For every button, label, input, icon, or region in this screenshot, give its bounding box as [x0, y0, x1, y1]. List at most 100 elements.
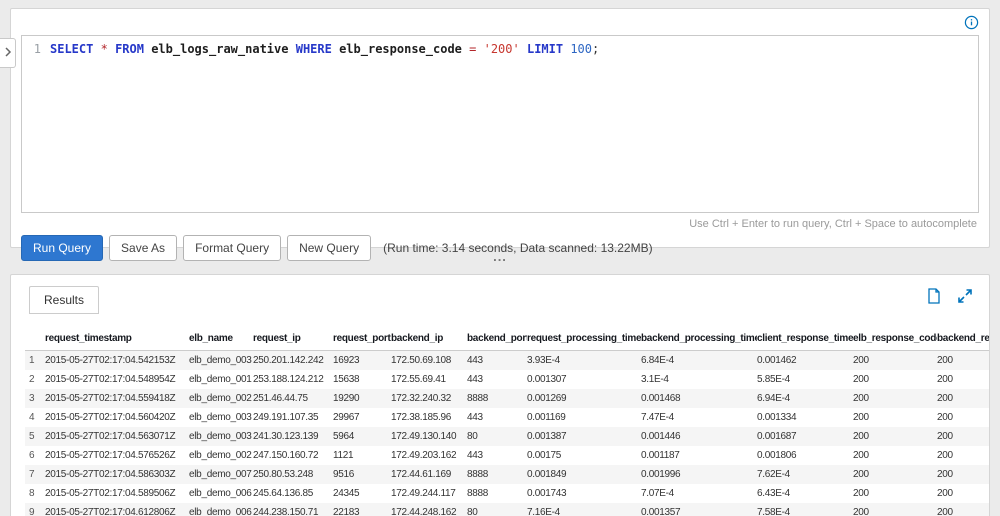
table-row: 82015-05-27T02:17:04.589506Zelb_demo_006…	[25, 484, 989, 503]
row-number: 3	[25, 389, 45, 408]
line-number: 1	[22, 41, 50, 57]
table-cell: 200	[937, 465, 989, 484]
sql-token-id: elb_response_code	[339, 42, 462, 56]
table-cell: 7.47E-4	[641, 408, 757, 427]
table-cell: elb_demo_003	[189, 351, 253, 371]
table-cell: 6.94E-4	[757, 389, 853, 408]
sidebar-collapse-handle[interactable]	[0, 38, 16, 68]
table-cell: elb_demo_001	[189, 370, 253, 389]
table-cell: 172.50.69.108	[391, 351, 467, 371]
table-cell: 200	[937, 370, 989, 389]
table-cell: 172.38.185.96	[391, 408, 467, 427]
table-cell: 200	[853, 427, 937, 446]
table-cell: 80	[467, 503, 527, 516]
row-number: 4	[25, 408, 45, 427]
table-cell: 244.238.150.71	[253, 503, 333, 516]
column-header: client_response_time	[757, 329, 853, 351]
table-cell: 6.43E-4	[757, 484, 853, 503]
sql-token-plain	[108, 42, 115, 56]
table-cell: 172.49.244.117	[391, 484, 467, 503]
export-file-icon[interactable]	[926, 288, 942, 304]
table-row: 12015-05-27T02:17:04.542153Zelb_demo_003…	[25, 351, 989, 371]
table-cell: 6.84E-4	[641, 351, 757, 371]
table-cell: 172.49.203.162	[391, 446, 467, 465]
sql-token-plain	[332, 42, 339, 56]
table-cell: 443	[467, 408, 527, 427]
table-cell: 3.93E-4	[527, 351, 641, 371]
table-cell: elb_demo_006	[189, 484, 253, 503]
table-row: 52015-05-27T02:17:04.563071Zelb_demo_003…	[25, 427, 989, 446]
table-cell: 200	[937, 446, 989, 465]
table-cell: 8888	[467, 484, 527, 503]
table-cell: 0.001806	[757, 446, 853, 465]
column-header: backend_processing_time	[641, 329, 757, 351]
table-cell: 7.16E-4	[527, 503, 641, 516]
table-cell: 250.80.53.248	[253, 465, 333, 484]
tab-results[interactable]: Results	[29, 286, 99, 314]
row-number: 6	[25, 446, 45, 465]
table-cell: 7.58E-4	[757, 503, 853, 516]
results-table-container: request_timestampelb_namerequest_ipreque…	[11, 329, 989, 516]
info-icon[interactable]	[964, 15, 979, 35]
results-tab-bar: Results	[11, 275, 989, 317]
table-cell: 172.44.248.162	[391, 503, 467, 516]
panel-splitter-handle[interactable]: ...	[0, 250, 1000, 272]
table-cell: 200	[937, 351, 989, 371]
table-cell: elb_demo_006	[189, 503, 253, 516]
table-cell: 200	[937, 408, 989, 427]
table-cell: 9516	[333, 465, 391, 484]
table-row: 72015-05-27T02:17:04.586303Zelb_demo_007…	[25, 465, 989, 484]
table-cell: 253.188.124.212	[253, 370, 333, 389]
table-cell: 0.001996	[641, 465, 757, 484]
table-cell: 200	[937, 503, 989, 516]
table-cell: 1121	[333, 446, 391, 465]
table-cell: 200	[853, 503, 937, 516]
sql-code-line: 1 SELECT * FROM elb_logs_raw_native WHER…	[22, 41, 978, 57]
table-cell: 200	[853, 389, 937, 408]
table-cell: 19290	[333, 389, 391, 408]
results-panel: Results request_timestampelb_namerequest…	[10, 274, 990, 516]
table-header-row: request_timestampelb_namerequest_ipreque…	[25, 329, 989, 351]
table-cell: 0.001334	[757, 408, 853, 427]
table-row: 42015-05-27T02:17:04.560420Zelb_demo_003…	[25, 408, 989, 427]
table-cell: 0.001468	[641, 389, 757, 408]
column-header: elb_response_code	[853, 329, 937, 351]
table-cell: 0.001307	[527, 370, 641, 389]
row-number-header	[25, 329, 45, 351]
table-cell: 5964	[333, 427, 391, 446]
table-cell: 24345	[333, 484, 391, 503]
row-number: 1	[25, 351, 45, 371]
table-cell: 29967	[333, 408, 391, 427]
table-cell: 200	[853, 351, 937, 371]
sql-editor[interactable]: 1 SELECT * FROM elb_logs_raw_native WHER…	[21, 35, 979, 213]
table-cell: 2015-05-27T02:17:04.612806Z	[45, 503, 189, 516]
table-cell: 0.001462	[757, 351, 853, 371]
table-cell: 200	[853, 408, 937, 427]
sql-token-id: elb_logs_raw_native	[151, 42, 288, 56]
sql-token-plain	[520, 42, 527, 56]
table-cell: elb_demo_002	[189, 446, 253, 465]
table-cell: 80	[467, 427, 527, 446]
table-cell: 7.07E-4	[641, 484, 757, 503]
table-cell: 16923	[333, 351, 391, 371]
table-row: 62015-05-27T02:17:04.576526Zelb_demo_002…	[25, 446, 989, 465]
table-cell: 200	[937, 484, 989, 503]
column-header: request_port	[333, 329, 391, 351]
row-number: 8	[25, 484, 45, 503]
results-actions	[926, 288, 973, 304]
sql-token-kw: SELECT	[50, 42, 93, 56]
expand-icon[interactable]	[957, 288, 973, 304]
table-cell: 0.001269	[527, 389, 641, 408]
table-cell: 0.001357	[641, 503, 757, 516]
column-header: elb_name	[189, 329, 253, 351]
table-cell: 200	[853, 446, 937, 465]
table-cell: 3.1E-4	[641, 370, 757, 389]
table-cell: 443	[467, 446, 527, 465]
table-cell: 200	[937, 389, 989, 408]
table-cell: 2015-05-27T02:17:04.589506Z	[45, 484, 189, 503]
table-cell: 2015-05-27T02:17:04.548954Z	[45, 370, 189, 389]
table-cell: 8888	[467, 389, 527, 408]
table-cell: 0.001743	[527, 484, 641, 503]
table-cell: 0.001849	[527, 465, 641, 484]
sql-token-kw: FROM	[115, 42, 144, 56]
